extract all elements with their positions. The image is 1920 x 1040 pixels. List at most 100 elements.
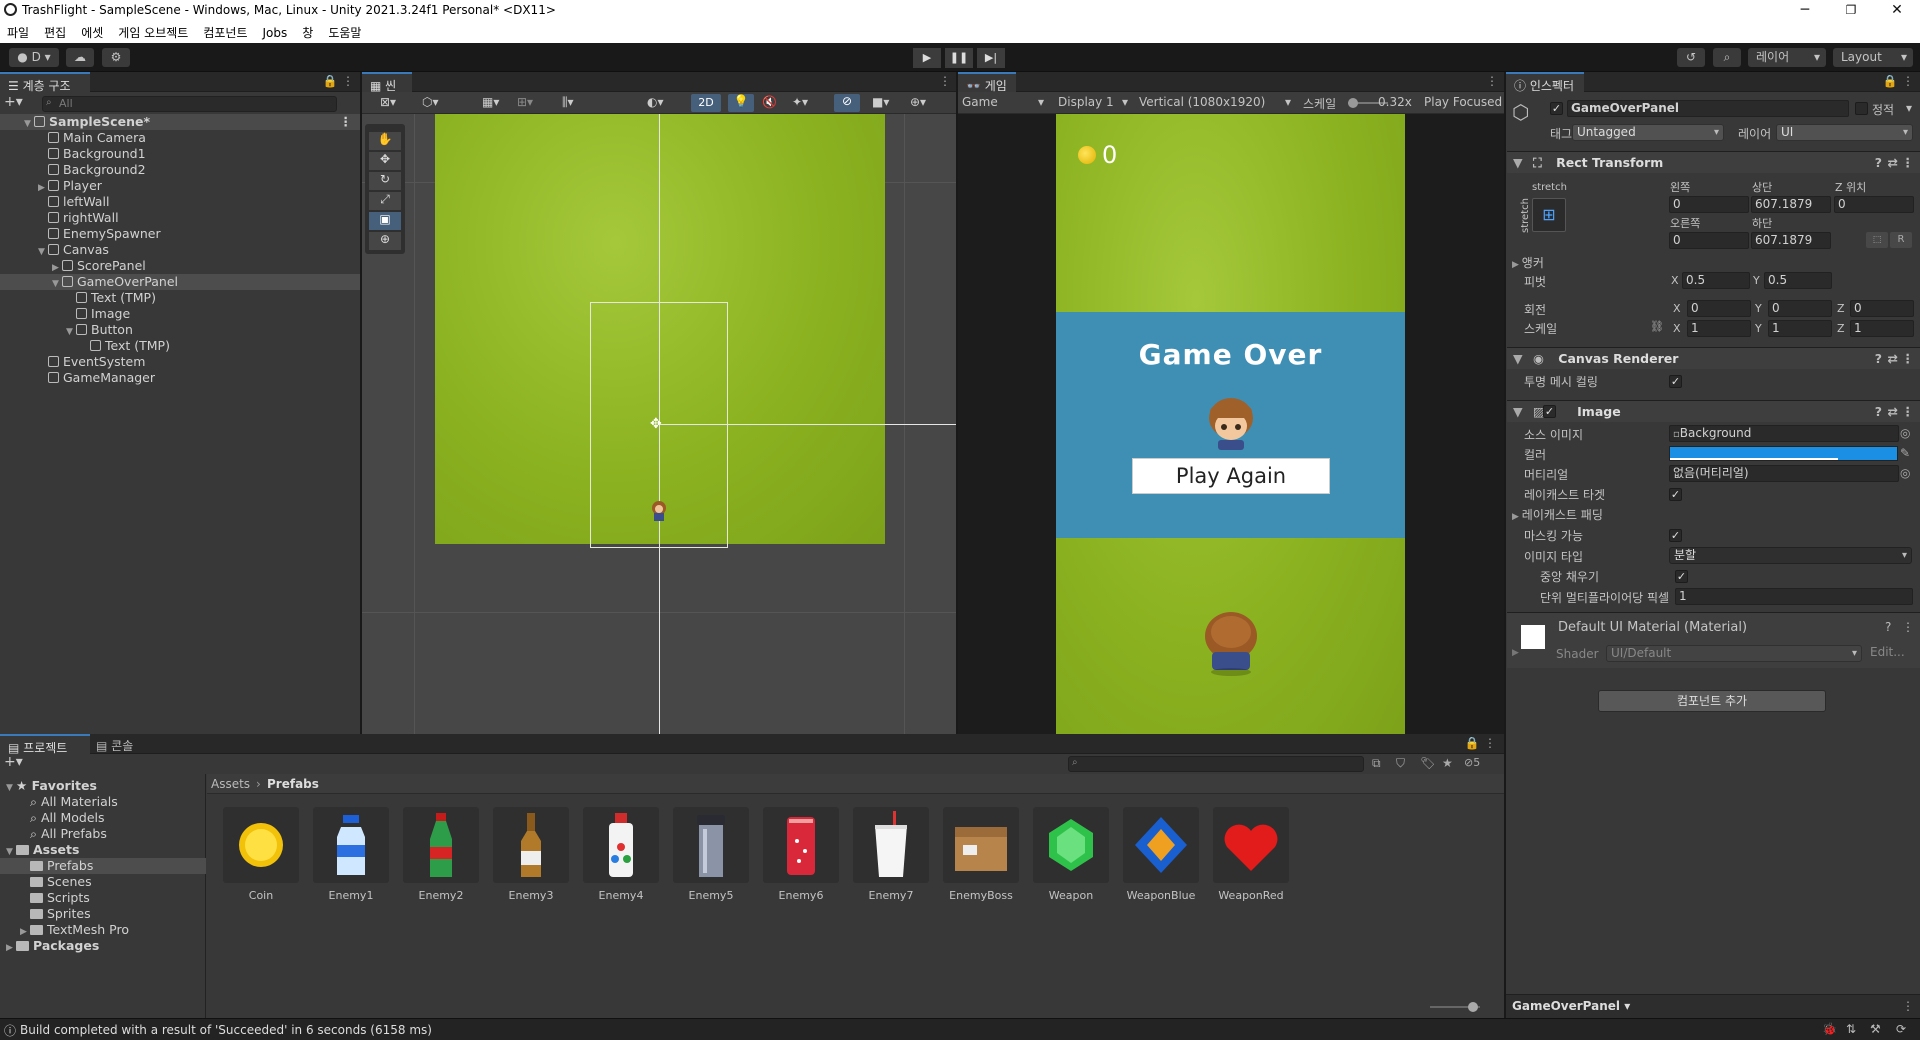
filter-icon[interactable]: ⛉ (1396, 756, 1405, 771)
play-again-button[interactable]: Play Again (1132, 458, 1330, 494)
hierarchy-search-input[interactable]: All (42, 96, 337, 112)
scale-tool-icon[interactable]: ⤢ (369, 192, 401, 210)
move-tool-icon[interactable]: ✥ (369, 152, 401, 170)
project-search-input[interactable] (1068, 756, 1364, 772)
hierarchy-item[interactable]: Text (TMP) (0, 290, 360, 306)
pixels-per-unit-field[interactable]: 1 (1675, 588, 1913, 605)
bottom-field[interactable]: 607.1879 (1751, 232, 1831, 249)
kebab-menu-icon[interactable]: ⋮ (340, 114, 353, 130)
render-mode-icon[interactable]: ⬡▾ (422, 95, 439, 109)
pivot-y-field[interactable]: 0.5 (1764, 272, 1832, 289)
tab-project[interactable]: ▤ 프로젝트 (0, 734, 90, 755)
hierarchy-item[interactable]: Background2 (0, 162, 360, 178)
source-image-field[interactable]: ▫Background (1669, 425, 1899, 442)
asset-item[interactable]: Weapon (1033, 807, 1109, 902)
rotate-tool-icon[interactable]: ↻ (369, 172, 401, 190)
color-swatch[interactable] (1669, 446, 1898, 461)
object-picker-icon[interactable]: ◎ (1900, 466, 1910, 480)
asset-item[interactable]: EnemyBoss (943, 807, 1019, 902)
breadcrumb-assets[interactable]: Assets (211, 777, 250, 791)
scene-root-item[interactable]: ▼ SampleScene* ⋮ (0, 114, 360, 130)
raycast-padding-label[interactable]: ▶ 레이캐스트 패딩 (1512, 506, 1603, 523)
image-type-dropdown[interactable]: 분할 (1669, 547, 1912, 564)
hierarchy-item[interactable]: Text (TMP) (0, 338, 360, 354)
hierarchy-item[interactable]: rightWall (0, 210, 360, 226)
hierarchy-item[interactable]: ▶ Player (0, 178, 360, 194)
2d-toggle-button[interactable]: 2D (691, 94, 721, 112)
rotation-y-field[interactable]: 0 (1768, 300, 1832, 317)
preset-icon[interactable]: ⇄ (1888, 348, 1898, 369)
maskable-checkbox[interactable]: ✓ (1669, 529, 1682, 542)
right-field[interactable]: 0 (1669, 232, 1749, 249)
object-name-field[interactable]: GameOverPanel (1567, 100, 1849, 117)
search-by-type-icon[interactable]: ⧉ (1372, 756, 1381, 771)
history-icon[interactable]: ↺ (1677, 48, 1705, 67)
camera-icon[interactable]: ■▾ (872, 95, 889, 109)
asset-item[interactable]: Enemy2 (403, 807, 479, 902)
transform-tool-icon[interactable]: ⊕ (369, 232, 401, 250)
asset-item[interactable]: Enemy1 (313, 807, 389, 902)
debug-icon[interactable]: 🐞 (1822, 1022, 1837, 1036)
anchor-presets-button[interactable]: ⊞ (1532, 198, 1566, 232)
help-icon[interactable]: ? (1875, 348, 1882, 369)
audio-icon[interactable]: 🔇 (762, 95, 777, 109)
project-tree-item[interactable]: ▼ Assets (0, 842, 206, 858)
rotation-x-field[interactable]: 0 (1687, 300, 1751, 317)
menu-component[interactable]: 컴포넌트 (196, 21, 255, 41)
anchors-label[interactable]: ▶ 앵커 (1512, 254, 1544, 271)
lock-icon[interactable]: 🔒 (322, 74, 338, 90)
project-tree-item[interactable]: ⌕ All Models (0, 810, 206, 826)
menu-assets[interactable]: 에셋 (74, 21, 111, 41)
play-button[interactable]: ▶ (913, 48, 941, 68)
search-icon[interactable]: ⌕ (1713, 48, 1741, 67)
hierarchy-item[interactable]: ▼ Canvas (0, 242, 360, 258)
hierarchy-item[interactable]: leftWall (0, 194, 360, 210)
asset-item[interactable]: Enemy7 (853, 807, 929, 902)
kebab-menu-icon[interactable]: ⋮ (1902, 401, 1915, 422)
auto-refresh-icon[interactable]: ⟳ (1896, 1022, 1906, 1036)
asset-item[interactable]: Enemy5 (673, 807, 749, 902)
step-button[interactable]: ▶| (977, 48, 1005, 68)
breadcrumb-prefabs[interactable]: Prefabs (267, 777, 319, 791)
raw-edit-button[interactable]: R (1890, 232, 1912, 248)
status-message[interactable]: Build completed with a result of 'Succee… (20, 1023, 432, 1037)
menu-jobs[interactable]: Jobs (256, 23, 296, 40)
maximize-button[interactable]: ❐ (1828, 0, 1874, 21)
preview-object-name[interactable]: GameOverPanel ▾ (1512, 999, 1630, 1013)
pivot-icon[interactable]: ✥ (650, 416, 668, 432)
shader-dropdown[interactable]: UI/Default (1606, 645, 1862, 662)
hidden-packages-count[interactable]: ⊘5 (1464, 756, 1480, 769)
network-icon[interactable]: ⇅ (1846, 1022, 1856, 1036)
tab-scene[interactable]: ▦ 씬 (362, 72, 412, 93)
project-tree-item[interactable]: ▶ Packages (0, 938, 206, 954)
gizmos-icon[interactable]: ⊕▾ (910, 95, 926, 109)
left-field[interactable]: 0 (1669, 196, 1749, 213)
hierarchy-item[interactable]: ▼ Button (0, 322, 360, 338)
chevron-right-icon[interactable]: ▶ (6, 940, 16, 956)
add-component-button[interactable]: 컴포넌트 추가 (1598, 690, 1826, 712)
canvas-renderer-header[interactable]: ▼ ◉ Canvas Renderer ? ⇄ ⋮ (1507, 347, 1920, 369)
project-tree-item[interactable]: ⌕ All Prefabs (0, 826, 206, 842)
kebab-menu-icon[interactable]: ⋮ (1900, 74, 1916, 90)
kebab-menu-icon[interactable]: ⋮ (937, 74, 953, 90)
project-tree-item[interactable]: Scripts (0, 890, 206, 906)
create-asset-button[interactable]: +▾ (4, 754, 23, 770)
chevron-down-icon[interactable]: ▾ (1906, 101, 1912, 115)
hierarchy-item[interactable]: EventSystem (0, 354, 360, 370)
image-component-header[interactable]: ▼ ▨ ✓ Image ? ⇄ ⋮ (1507, 400, 1920, 422)
object-picker-icon[interactable]: ◎ (1900, 426, 1910, 440)
minimize-button[interactable]: ─ (1782, 0, 1828, 21)
kebab-menu-icon[interactable]: ⋮ (1902, 348, 1915, 369)
posz-field[interactable]: 0 (1834, 196, 1914, 213)
hierarchy-item[interactable]: Main Camera (0, 130, 360, 146)
player-sprite[interactable] (649, 500, 669, 524)
play-focused-dropdown[interactable]: Play Focused (1424, 95, 1502, 109)
lock-icon[interactable]: 🔒 (1464, 736, 1480, 752)
project-tree-item[interactable]: Sprites (0, 906, 206, 922)
project-tree-item[interactable]: ▶ TextMesh Pro (0, 922, 206, 938)
static-checkbox[interactable] (1855, 102, 1868, 115)
tab-hierarchy[interactable]: ☰ 계층 구조 (0, 72, 90, 93)
layout-dropdown[interactable]: Layout ▾ (1833, 48, 1913, 67)
account-dropdown[interactable]: ● D ▾ (9, 48, 59, 67)
increment-snap-icon[interactable]: ⊞▾ (517, 95, 533, 109)
